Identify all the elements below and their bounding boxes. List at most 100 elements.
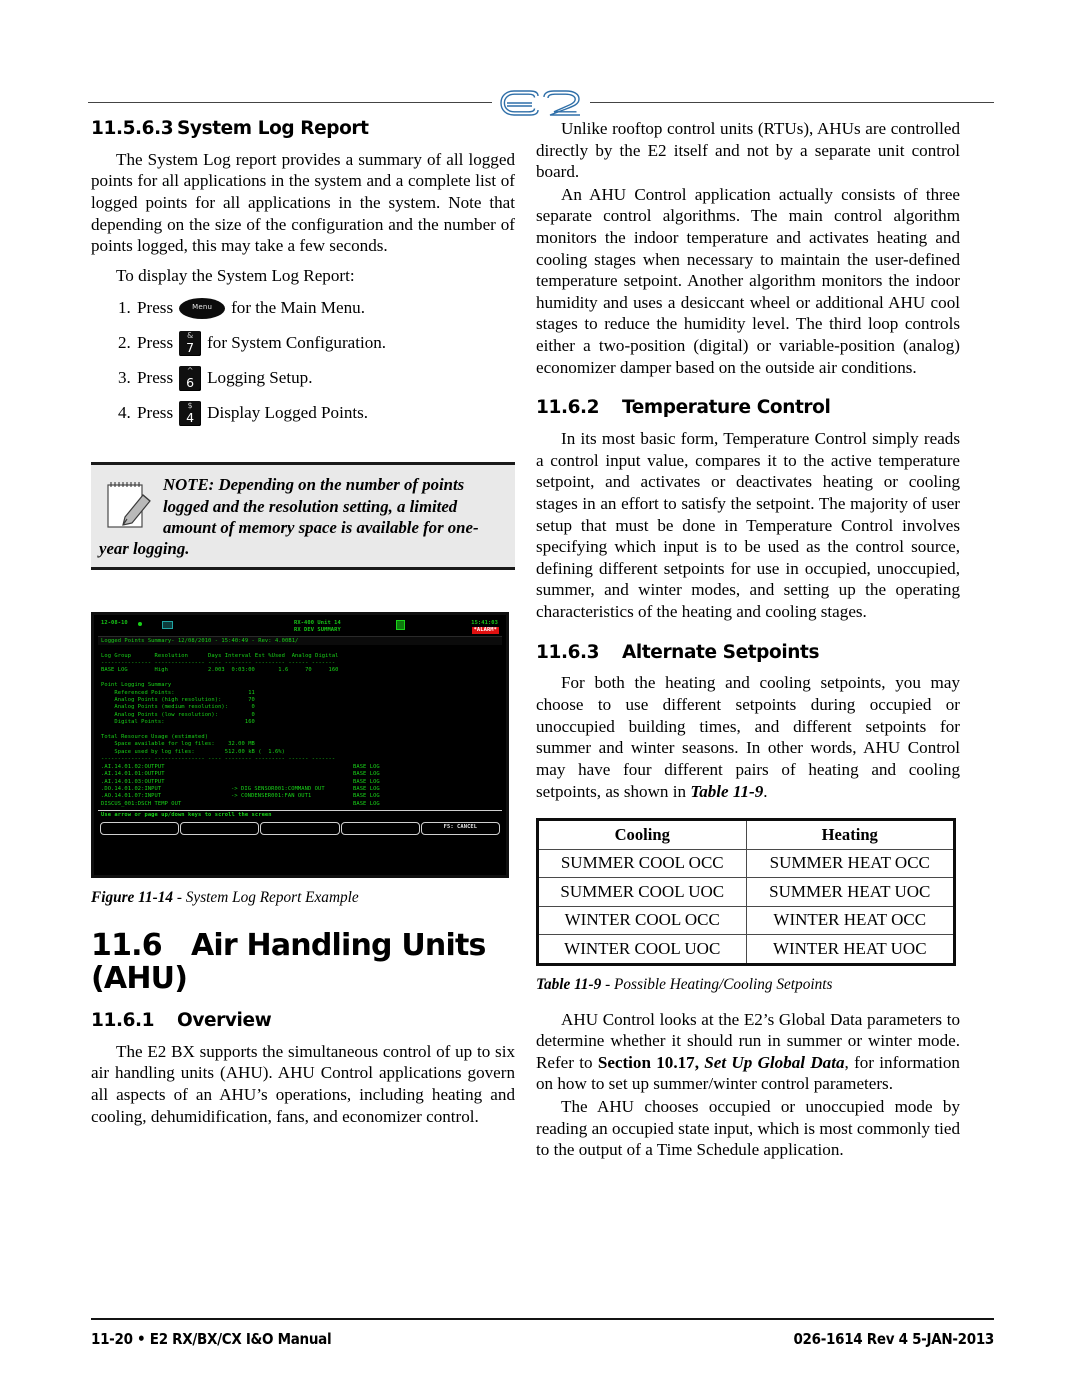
section-number: 11.6.3 (536, 641, 600, 663)
fkey-button[interactable] (260, 821, 340, 835)
table-reference: Table 11-9 (690, 781, 764, 801)
section-number: 11.5.6.3 (91, 118, 174, 139)
lead-in-text: To display the System Log Report: (116, 265, 355, 285)
setpoints-table: Cooling Heating SUMMER COOL OCC SUMMER H… (536, 818, 956, 966)
fkey-button[interactable] (180, 821, 260, 835)
global-data-paragraph: AHU Control looks at the E2’s Global Dat… (536, 1009, 960, 1095)
point-name: .DO.14.01.02:INPUT (101, 785, 162, 792)
list-item: 3. Press ^ 6 Logging Setup. (91, 365, 515, 391)
menu-key-label: Menu (192, 302, 213, 311)
step-text: for the Main Menu. (231, 298, 365, 318)
key-shift-glyph: & (186, 330, 194, 340)
table-row: .AI.14.01.01:OUTPUT BASE LOG (101, 771, 499, 778)
table-row: WINTER COOL OCC WINTER HEAT OCC (537, 905, 955, 936)
figure-caption: Figure 11-14 - System Log Report Example (91, 889, 515, 907)
step-verb: Press (137, 298, 174, 318)
steps-list: 1. Press Menu for the Main Menu. 2. Pres… (91, 295, 515, 426)
alternate-setpoints-paragraph: For both the heating and cooling setpoin… (536, 672, 960, 802)
table-row: BASE LOG High 2.003 0:03:00 1.6 70 160 (101, 667, 339, 674)
section-heading-temperature-control: 11.6.2 Temperature Control (536, 397, 960, 419)
fkey-button[interactable] (340, 821, 420, 835)
key-digit: 4 (186, 409, 195, 425)
section-heading-system-log-report: 11.5.6.3 System Log Report (91, 118, 515, 140)
step-verb: Press (137, 333, 174, 353)
list-item: 4. Press $ 4 Display Logged Points. (91, 400, 515, 426)
footer-left-text: 11-20 • E2 RX/BX/CX I&O Manual (91, 1330, 332, 1348)
section-reference-title: Set Up Global Data (704, 1052, 845, 1072)
key-shift-glyph: $ (187, 400, 193, 410)
terminal-screen-name: RX DEV SUMMARY (294, 626, 341, 633)
temperature-control-paragraph: In its most basic form, Temperature Cont… (536, 429, 960, 622)
section-number: 11.6.2 (536, 397, 600, 419)
numeric-key-7-icon[interactable]: & 7 (179, 330, 202, 356)
table-row: WINTER COOL UOC WINTER HEAT UOC (537, 934, 955, 965)
summary-row: Referenced Points: 11 (101, 689, 255, 696)
summary-row: Analog Points (low resolution): 0 (101, 711, 255, 718)
point-link: -> DIG SENSOR001:COMMAND OUT (231, 785, 325, 792)
key-digit: 6 (186, 374, 195, 390)
log-table-divider: --------------- --------------- ---- ---… (101, 660, 336, 667)
note-callout: NOTE: Depending on the number of points … (91, 462, 515, 570)
occupied-mode-paragraph: The AHU chooses occupied or unoccupied m… (536, 1097, 960, 1160)
point-group: BASE LOG (353, 785, 380, 792)
e2-logo-icon (500, 90, 580, 116)
table-row: .AI.14.01.03:OUTPUT BASE LOG (101, 779, 499, 786)
column-header-heating: Heating (745, 819, 955, 850)
step-text: Logging Setup. (207, 368, 313, 388)
alt-text-post: . (763, 781, 768, 801)
table-row: .AI.14.01.02:OUTPUT BASE LOG (101, 764, 499, 771)
step-text: for System Configuration. (207, 333, 387, 353)
fkey-button[interactable] (100, 821, 180, 835)
point-name: .AI.14.01.03:OUTPUT (101, 778, 165, 785)
section-heading-alternate-setpoints: 11.6.3 Alternate Setpoints (536, 642, 960, 664)
fkey-cancel-button[interactable]: F5: CANCEL (420, 821, 501, 835)
lock-icon (396, 619, 405, 630)
intro-paragraph: The System Log report provides a summary… (91, 149, 515, 256)
cell-cooling: WINTER COOL UOC (537, 934, 747, 965)
network-icon (162, 620, 173, 629)
cell-cooling: SUMMER COOL OCC (537, 848, 747, 879)
step-text: Display Logged Points. (207, 403, 369, 423)
section-title: Temperature Control (622, 397, 831, 419)
overview-paragraph: The E2 BX supports the simultaneous cont… (91, 1041, 515, 1126)
point-link: -> CONDENSER001:FAN OUT1 (231, 793, 312, 800)
chapter-heading-ahu: 11.6 Air Handling Units (AHU) (91, 929, 515, 996)
point-name: DISCUS_001:DSCH TEMP OUT (101, 800, 182, 807)
numeric-key-4-icon[interactable]: $ 4 (179, 400, 202, 426)
step-number: 3. (118, 368, 131, 388)
cell-heating: WINTER HEAT UOC (745, 934, 955, 965)
rtu-paragraph: Unlike rooftop control units (RTUs), AHU… (536, 119, 960, 182)
table-row: DISCUS_001:DSCH TEMP OUT BASE LOG (101, 801, 499, 808)
terminal-body: Log Group Resolution Days Interval Est %… (98, 645, 502, 808)
status-dot-icon (138, 621, 142, 626)
alarm-badge[interactable]: *ALARM* (471, 626, 499, 635)
summary-row: Analog Points (high resolution): 70 (101, 697, 255, 704)
table-header-row: Cooling Heating (537, 819, 955, 850)
point-name: .AI.14.01.01:OUTPUT (101, 771, 165, 778)
terminal-screen: 12-08-10 RX-400 Unit 14 RX DEV SUMMARY 1… (98, 618, 502, 871)
ahu-algorithms-paragraph: An AHU Control application actually cons… (536, 184, 960, 377)
resource-usage-title: Total Resource Usage (estimated) (101, 734, 209, 741)
section-heading-overview: 11.6.1 Overview (91, 1010, 515, 1032)
page-header (88, 88, 994, 120)
key-shift-glyph: ^ (186, 365, 194, 375)
page-footer: 11-20 • E2 RX/BX/CX I&O Manual 026-1614 … (91, 1318, 994, 1348)
point-group: BASE LOG (353, 771, 380, 778)
usage-row: Space used by log files: 512.00 kB ( 1.6… (101, 748, 285, 755)
scroll-hint: Use arrow or page up/down keys to scroll… (101, 812, 272, 819)
usage-row: Space available for log files: 32.00 MB (101, 741, 255, 748)
system-log-report-figure: 12-08-10 RX-400 Unit 14 RX DEV SUMMARY 1… (91, 611, 509, 878)
step-verb: Press (137, 403, 174, 423)
table-row: SUMMER COOL UOC SUMMER HEAT UOC (537, 877, 955, 907)
cell-heating: SUMMER HEAT UOC (745, 877, 955, 907)
cell-heating: WINTER HEAT OCC (745, 905, 955, 936)
notepad-pencil-icon (107, 482, 151, 529)
table-row: .DO.14.01.02:INPUT -> DIG SENSOR001:COMMA… (101, 786, 499, 793)
menu-key-icon[interactable]: Menu (179, 297, 226, 319)
point-group: BASE LOG (353, 800, 380, 807)
list-item: 2. Press & 7 for System Configuration. (91, 330, 515, 356)
terminal-divider (98, 810, 502, 812)
numeric-key-6-icon[interactable]: ^ 6 (179, 365, 202, 391)
table-caption-text: - Possible Heating/Cooling Setpoints (601, 975, 833, 993)
e2-logo (492, 88, 590, 118)
